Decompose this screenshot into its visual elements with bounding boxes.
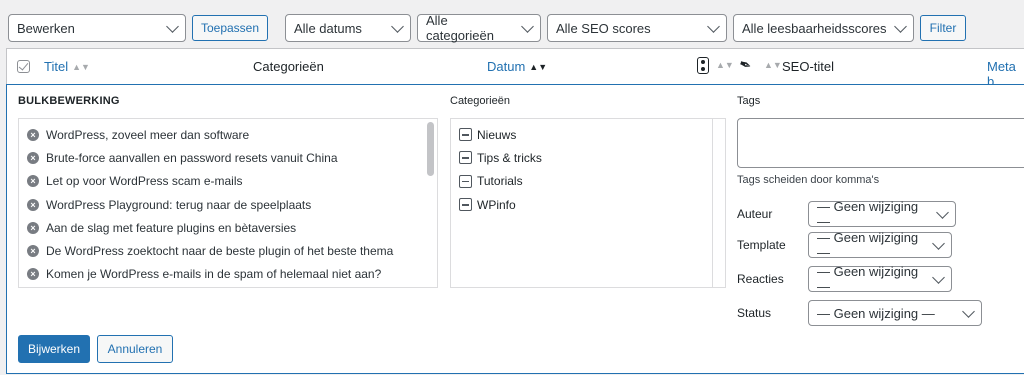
chevron-down-icon (894, 19, 907, 33)
post-title: Aan de slag met feature plugins en bètav… (46, 220, 297, 235)
remove-icon[interactable]: × (27, 175, 39, 188)
post-title: Brute-force aanvallen en password resets… (46, 150, 338, 165)
tags-label: Tags (737, 95, 761, 107)
update-button[interactable]: Bijwerken (18, 335, 90, 363)
comments-value: — Geen wijziging — (817, 264, 919, 294)
chevron-down-icon (166, 19, 179, 33)
apply-button[interactable]: Toepassen (192, 15, 268, 41)
column-seo-title: SEO-titel (782, 59, 835, 74)
category-label: WPinfo (477, 197, 516, 212)
bulk-action-select[interactable]: Bewerken (8, 14, 186, 42)
list-item: × Let op voor WordPress scam e-mails (27, 170, 437, 193)
filter-button[interactable]: Filter (920, 15, 966, 41)
date-filter-select[interactable]: Alle datums (285, 14, 411, 42)
list-item: × WordPress Playground: terug naar de spe… (27, 193, 437, 216)
categories-label: Categorieën (450, 95, 510, 107)
comments-select[interactable]: — Geen wijziging — (808, 264, 952, 294)
bulk-edit-heading: BULKBEWERKING (18, 95, 120, 107)
category-item[interactable]: Nieuws (459, 123, 725, 146)
list-item: × Aan de slag met feature plugins en bèta… (27, 216, 437, 239)
readability-select[interactable]: Alle leesbaarheidsscores (733, 14, 914, 42)
category-filter-select[interactable]: Alle categorieën (417, 13, 541, 43)
comments-label: Reacties (737, 272, 784, 286)
tags-hint: Tags scheiden door komma's (737, 174, 880, 186)
column-title-label: Titel (44, 59, 69, 74)
date-filter-value: Alle datums (294, 20, 362, 36)
remove-icon[interactable]: × (27, 151, 39, 164)
author-value: — Geen wijziging — (817, 199, 919, 229)
select-all-checkbox[interactable] (17, 60, 30, 73)
sort-icon: ▲▼ (72, 61, 90, 72)
remove-icon[interactable]: × (27, 128, 39, 141)
sort-icon: ▲▼ (764, 60, 782, 70)
list-item: × De WordPress zoektocht naar de beste pl… (27, 239, 437, 262)
indeterminate-checkbox-icon[interactable] (459, 151, 472, 165)
author-label: Auteur (737, 207, 773, 221)
chevron-down-icon (962, 304, 975, 318)
divider (712, 119, 713, 287)
sort-icon: ▲▼ (529, 61, 548, 72)
template-select[interactable]: — Geen wijziging — (808, 230, 952, 260)
list-item: × Brute-force aanvallen en password reset… (27, 146, 437, 169)
chevron-down-icon (936, 205, 949, 219)
chevron-down-icon (521, 19, 534, 33)
post-list[interactable]: × WordPress, zoveel meer dan software × Br… (18, 118, 438, 288)
category-item[interactable]: Tutorials (459, 170, 725, 193)
seo-score-value: Alle SEO scores (556, 20, 651, 36)
column-title[interactable]: Titel ▲▼ (44, 59, 90, 74)
sort-icon: ▲▼ (716, 60, 734, 70)
status-value: — Geen wijziging — (817, 305, 935, 321)
template-label: Template (737, 238, 786, 252)
cancel-button[interactable]: Annuleren (97, 335, 173, 363)
tags-textarea[interactable] (737, 118, 1024, 168)
remove-icon[interactable]: × (27, 221, 39, 234)
bulk-action-value: Bewerken (17, 20, 75, 36)
column-date[interactable]: Datum ▲▼ (487, 59, 547, 74)
remove-icon[interactable]: × (27, 198, 39, 211)
check-icon (18, 60, 29, 71)
indeterminate-checkbox-icon[interactable] (459, 198, 472, 212)
chevron-down-icon (391, 19, 404, 33)
category-list[interactable]: Nieuws Tips & tricks Tutorials WPinfo (450, 118, 726, 288)
category-filter-value: Alle categorieën (426, 13, 494, 43)
category-label: Tips & tricks (477, 150, 542, 165)
category-item[interactable]: Tips & tricks (459, 146, 725, 169)
status-select[interactable]: — Geen wijziging — (808, 300, 982, 326)
status-label: Status (737, 306, 772, 320)
category-label: Tutorials (477, 174, 523, 189)
post-title: WordPress, zoveel meer dan software (46, 127, 250, 142)
post-title: De WordPress zoektocht naar de beste plu… (46, 244, 394, 259)
indeterminate-checkbox-icon[interactable] (459, 128, 472, 142)
post-title: Let op voor WordPress scam e-mails (46, 174, 243, 189)
list-item: × Komen je WordPress e-mails in de spam o… (27, 263, 437, 286)
seo-score-select[interactable]: Alle SEO scores (547, 14, 727, 42)
post-title: Komen je WordPress e-mails in de spam of… (46, 267, 382, 282)
indeterminate-checkbox-icon[interactable] (459, 174, 472, 188)
seo-score-column-icon[interactable] (697, 57, 709, 74)
remove-icon[interactable]: × (27, 268, 39, 281)
remove-icon[interactable]: × (27, 245, 39, 258)
readability-value: Alle leesbaarheidsscores (742, 20, 887, 36)
author-select[interactable]: — Geen wijziging — (808, 199, 956, 229)
column-categories: Categorieën (253, 59, 324, 74)
column-date-label: Datum (487, 59, 526, 74)
chevron-down-icon (932, 236, 945, 250)
category-label: Nieuws (477, 127, 517, 142)
chevron-down-icon (932, 270, 945, 284)
scrollbar[interactable] (427, 122, 434, 176)
template-value: — Geen wijziging — (817, 230, 919, 260)
list-item: × WordPress, zoveel meer dan software (27, 123, 437, 146)
chevron-down-icon (707, 19, 720, 33)
category-item[interactable]: WPinfo (459, 193, 725, 216)
post-title: WordPress Playground: terug naar de spee… (46, 197, 312, 212)
